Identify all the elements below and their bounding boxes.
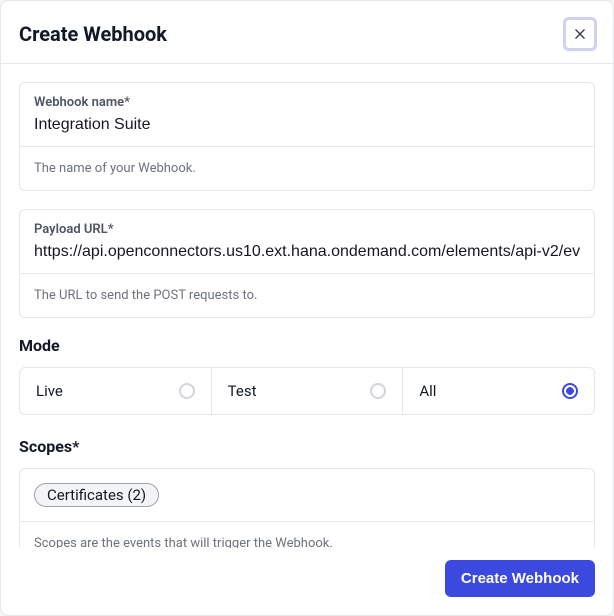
modal-header: Create Webhook bbox=[1, 1, 613, 64]
radio-icon bbox=[179, 383, 195, 399]
close-icon bbox=[573, 27, 587, 41]
mode-option-test[interactable]: Test bbox=[211, 368, 403, 414]
scopes-title: Scopes* bbox=[19, 437, 595, 456]
webhook-name-label: Webhook name* bbox=[34, 95, 580, 110]
scope-chip-certificates[interactable]: Certificates (2) bbox=[34, 483, 159, 507]
mode-title: Mode bbox=[19, 336, 595, 355]
mode-options: Live Test All bbox=[19, 367, 595, 415]
modal-footer: Create Webhook bbox=[1, 548, 613, 615]
scopes-hint: Scopes are the events that will trigger … bbox=[20, 521, 594, 548]
create-webhook-modal: Create Webhook Webhook name* The name of… bbox=[0, 0, 614, 616]
payload-url-label: Payload URL* bbox=[34, 222, 580, 237]
mode-option-label: Live bbox=[36, 382, 63, 400]
close-button[interactable] bbox=[565, 19, 595, 49]
radio-icon bbox=[370, 383, 386, 399]
webhook-name-hint: The name of your Webhook. bbox=[20, 146, 594, 190]
webhook-name-main: Webhook name* bbox=[20, 83, 594, 146]
scopes-group: Certificates (2) Scopes are the events t… bbox=[19, 468, 595, 548]
mode-option-live[interactable]: Live bbox=[20, 368, 211, 414]
mode-option-label: Test bbox=[228, 382, 257, 400]
payload-url-group: Payload URL* The URL to send the POST re… bbox=[19, 209, 595, 318]
webhook-name-input[interactable] bbox=[34, 114, 580, 136]
payload-url-input[interactable] bbox=[34, 241, 580, 263]
modal-title: Create Webhook bbox=[19, 22, 167, 46]
mode-option-label: All bbox=[419, 382, 436, 400]
create-webhook-button[interactable]: Create Webhook bbox=[445, 560, 595, 597]
scopes-main: Certificates (2) bbox=[20, 469, 594, 521]
radio-icon-selected bbox=[562, 383, 578, 399]
payload-url-main: Payload URL* bbox=[20, 210, 594, 273]
payload-url-hint: The URL to send the POST requests to. bbox=[20, 273, 594, 317]
webhook-name-group: Webhook name* The name of your Webhook. bbox=[19, 82, 595, 191]
mode-option-all[interactable]: All bbox=[402, 368, 594, 414]
modal-body: Webhook name* The name of your Webhook. … bbox=[1, 64, 613, 548]
